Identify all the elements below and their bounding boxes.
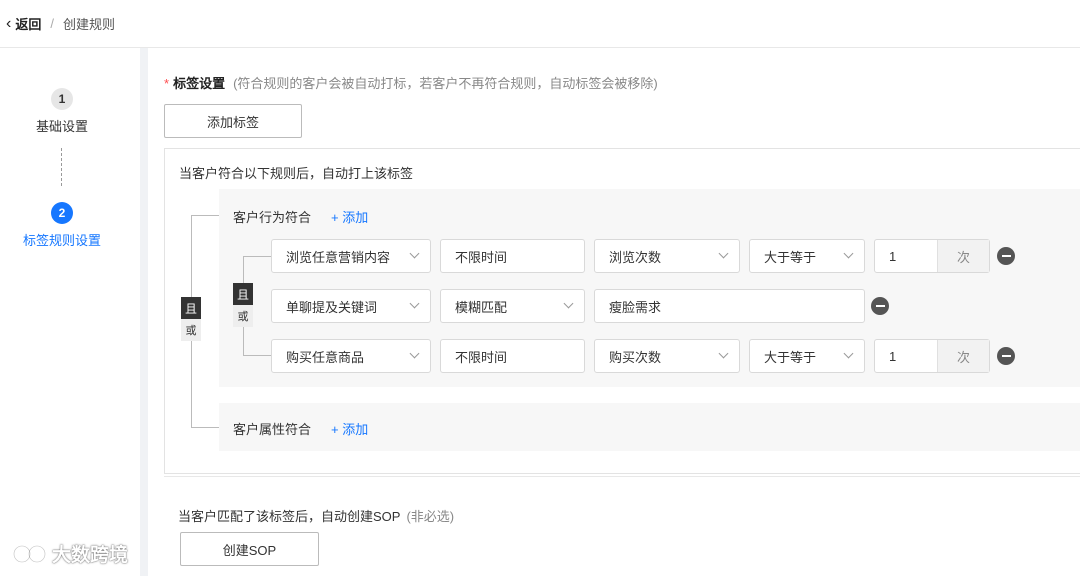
field-value: 不限时间 <box>455 349 508 365</box>
add-behavior-button[interactable]: + 添加 <box>331 207 368 226</box>
back-label: 返回 <box>15 17 42 32</box>
behavior-group-title: 客户行为符合 <box>233 210 312 225</box>
brand-mark: 大数跨境 <box>10 540 128 567</box>
add-tag-button[interactable]: 添加标签 <box>164 104 302 138</box>
logic-or: 或 <box>185 325 197 337</box>
chevron-down-icon <box>718 348 729 359</box>
divider <box>164 476 1080 477</box>
inner-connector <box>243 355 271 356</box>
count-value: 1 <box>889 248 897 264</box>
metric-select[interactable]: 购买次数 <box>594 339 740 373</box>
outer-connector <box>191 427 219 428</box>
field-value: 瘦脸需求 <box>609 299 662 315</box>
step-connector <box>61 148 62 186</box>
step-title: 基础设置 <box>35 119 88 134</box>
breadcrumb-separator: / <box>50 16 54 31</box>
keyword-input[interactable]: 瘦脸需求 <box>594 289 865 323</box>
inner-connector <box>243 256 271 257</box>
count-unit: 次 <box>937 240 989 272</box>
select-value: 大于等于 <box>764 349 817 365</box>
count-value: 1 <box>889 348 897 364</box>
operator-select[interactable]: 大于等于 <box>749 239 865 273</box>
chevron-down-icon <box>409 248 420 259</box>
sop-hint: 当客户匹配了该标签后，自动创建SOP (非必选) <box>178 506 454 525</box>
sop-optional: (非必选) <box>406 509 455 524</box>
count-input[interactable]: 1 次 <box>874 239 990 273</box>
select-value: 购买任意商品 <box>286 349 365 365</box>
chevron-left-icon: ‹ <box>6 14 12 32</box>
operator-select[interactable]: 大于等于 <box>749 339 865 373</box>
logic-and: 且 <box>233 283 253 305</box>
field-value: 不限时间 <box>455 249 508 265</box>
rule-heading: 当客户符合以下规则后，自动打上该标签 <box>179 166 414 181</box>
main-panel: * 标签设置 (符合规则的客户会被自动打标，若客户不再符合规则，自动标签会被移除) … <box>148 48 1080 576</box>
select-value: 浏览次数 <box>609 249 662 265</box>
section-hint: (符合规则的客户会被自动打标，若客户不再符合规则，自动标签会被移除) <box>233 76 658 91</box>
sop-hint-text: 当客户匹配了该标签后，自动创建SOP <box>178 509 401 524</box>
remove-condition-icon[interactable] <box>997 247 1015 265</box>
chevron-down-icon <box>409 298 420 309</box>
metric-select[interactable]: 浏览次数 <box>594 239 740 273</box>
remove-condition-icon[interactable] <box>997 347 1015 365</box>
time-range-field[interactable]: 不限时间 <box>440 339 585 373</box>
step-tag-rule-settings[interactable]: 2 标签规则设置 <box>0 202 124 249</box>
select-value: 购买次数 <box>609 349 662 365</box>
attribute-group-title: 客户属性符合 <box>233 422 312 437</box>
rule-box: 当客户符合以下规则后，自动打上该标签 且 或 客户行为符合 + 添加 且 或 浏… <box>164 148 1080 474</box>
step-basic-settings[interactable]: 1 基础设置 <box>0 88 124 135</box>
create-sop-button[interactable]: 创建SOP <box>180 532 319 566</box>
chevron-down-icon <box>843 348 854 359</box>
chevron-down-icon <box>843 248 854 259</box>
chevron-down-icon <box>718 248 729 259</box>
step-number: 2 <box>51 202 73 224</box>
brand-logo-icon <box>12 544 47 563</box>
step-number: 1 <box>51 88 73 110</box>
remove-condition-icon[interactable] <box>871 297 889 315</box>
behavior-type-select[interactable]: 购买任意商品 <box>271 339 431 373</box>
tag-settings-title: * 标签设置 (符合规则的客户会被自动打标，若客户不再符合规则，自动标签会被移除) <box>164 73 658 92</box>
add-attribute-button[interactable]: + 添加 <box>331 419 368 438</box>
outer-and-or-toggle[interactable]: 且 或 <box>181 297 201 341</box>
top-bar: ‹ 返回 / 创建规则 <box>0 0 1080 48</box>
steps-panel: 1 基础设置 2 标签规则设置 <box>0 48 140 576</box>
logic-or: 或 <box>237 311 249 323</box>
chevron-down-icon <box>563 298 574 309</box>
count-unit: 次 <box>937 340 989 372</box>
chevron-down-icon <box>409 348 420 359</box>
select-value: 大于等于 <box>764 249 817 265</box>
match-mode-select[interactable]: 模糊匹配 <box>440 289 585 323</box>
back-button[interactable]: ‹ 返回 <box>6 14 41 33</box>
step-title: 标签规则设置 <box>22 233 101 248</box>
inner-and-or-toggle[interactable]: 且 或 <box>233 283 253 327</box>
brand-name: 大数跨境 <box>52 545 129 566</box>
select-value: 浏览任意营销内容 <box>286 249 391 265</box>
behavior-type-select[interactable]: 浏览任意营销内容 <box>271 239 431 273</box>
time-range-field[interactable]: 不限时间 <box>440 239 585 273</box>
count-input[interactable]: 1 次 <box>874 339 990 373</box>
section-title: 标签设置 <box>173 76 226 91</box>
logic-and: 且 <box>181 297 201 319</box>
select-value: 单聊提及关键词 <box>286 299 378 315</box>
breadcrumb-current: 创建规则 <box>62 17 115 32</box>
outer-connector <box>191 215 219 216</box>
select-value: 模糊匹配 <box>455 299 508 315</box>
required-mark: * <box>164 76 170 91</box>
behavior-type-select[interactable]: 单聊提及关键词 <box>271 289 431 323</box>
